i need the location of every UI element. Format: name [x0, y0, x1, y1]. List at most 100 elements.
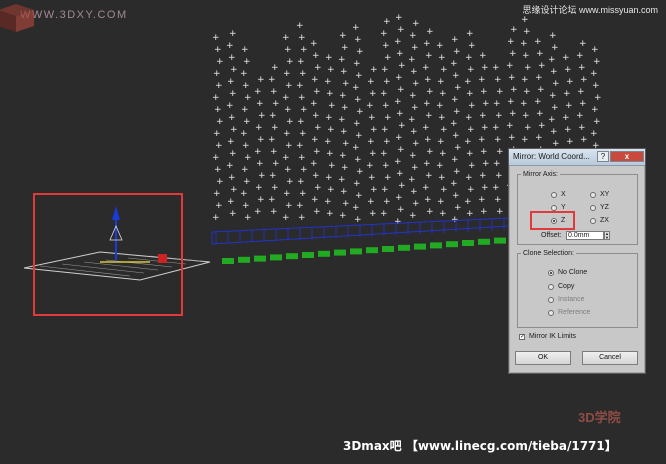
floor-block: [382, 246, 394, 252]
point-marker: +: [452, 131, 460, 141]
point-marker: +: [493, 99, 501, 109]
point-marker: +: [214, 165, 222, 175]
point-marker: +: [342, 79, 350, 89]
point-marker: +: [282, 153, 290, 163]
point-marker: +: [494, 75, 502, 85]
cancel-button[interactable]: Cancel: [582, 351, 638, 365]
point-marker: +: [398, 181, 406, 191]
point-marker: +: [257, 135, 265, 145]
ok-button[interactable]: OK: [515, 351, 571, 365]
point-marker: +: [591, 105, 599, 115]
floor-block: [494, 237, 506, 244]
point-marker: +: [242, 201, 250, 211]
offset-input[interactable]: 0.0mm: [566, 231, 604, 240]
point-marker: +: [256, 99, 264, 109]
point-marker: +: [464, 137, 472, 147]
point-marker: +: [369, 89, 377, 99]
point-marker: +: [369, 149, 377, 159]
point-marker: +: [240, 189, 248, 199]
point-marker: +: [438, 113, 446, 123]
point-marker: +: [534, 37, 542, 47]
point-marker: +: [397, 25, 405, 35]
point-marker: +: [409, 211, 417, 221]
point-marker: +: [492, 63, 500, 73]
point-marker: +: [339, 91, 347, 101]
point-marker: +: [215, 201, 223, 211]
mirror-ik-checkbox[interactable]: ✓ Mirror IK Limits: [519, 333, 576, 340]
point-marker: +: [312, 111, 320, 121]
point-marker: +: [300, 105, 308, 115]
point-marker: +: [466, 29, 474, 39]
point-marker: +: [214, 105, 222, 115]
close-button[interactable]: x: [610, 151, 644, 162]
point-marker: +: [384, 173, 392, 183]
point-marker: +: [285, 201, 293, 211]
point-marker: +: [453, 47, 461, 57]
clone-no-clone-radio[interactable]: No Clone: [548, 269, 587, 276]
clone-instance-radio[interactable]: Instance: [548, 296, 584, 303]
help-button[interactable]: ?: [597, 151, 609, 162]
point-marker: +: [410, 67, 418, 77]
point-marker: +: [380, 149, 388, 159]
point-marker: +: [328, 101, 336, 111]
point-marker: +: [508, 73, 516, 83]
point-marker: +: [216, 177, 224, 187]
point-marker: +: [241, 105, 249, 115]
point-marker: +: [325, 113, 333, 123]
point-marker: +: [422, 123, 430, 133]
point-marker: +: [411, 103, 419, 113]
point-marker: +: [495, 111, 503, 121]
point-marker: +: [465, 53, 473, 63]
point-marker: +: [297, 57, 305, 67]
point-marker: +: [268, 135, 276, 145]
point-marker: +: [313, 207, 321, 217]
offset-spinner[interactable]: ▲ ▼: [604, 231, 610, 240]
point-marker: +: [551, 43, 559, 53]
point-marker: +: [468, 101, 476, 111]
point-marker: +: [338, 55, 346, 65]
axis-xy-radio[interactable]: XY: [590, 191, 609, 198]
point-marker: +: [467, 125, 475, 135]
point-marker: +: [299, 189, 307, 199]
axis-y-radio[interactable]: Y: [551, 204, 566, 211]
no-clone-label: No Clone: [558, 269, 588, 276]
logo-3d-icon: [0, 4, 34, 32]
point-marker: +: [411, 43, 419, 53]
point-marker: +: [426, 87, 434, 97]
point-marker: +: [240, 129, 248, 139]
point-marker: +: [310, 39, 318, 49]
floor-block: [238, 256, 250, 263]
radio-dot: [548, 296, 554, 303]
point-marker: +: [398, 61, 406, 71]
point-marker: +: [578, 123, 586, 133]
point-marker: +: [551, 103, 559, 113]
point-marker: +: [440, 65, 448, 75]
axis-yz-radio[interactable]: YZ: [590, 204, 609, 211]
point-marker: +: [536, 49, 544, 59]
clone-reference-radio[interactable]: Reference: [548, 309, 590, 316]
point-marker: +: [383, 17, 391, 27]
point-marker: +: [394, 97, 402, 107]
clone-copy-radio[interactable]: Copy: [548, 283, 574, 290]
point-marker: +: [409, 151, 417, 161]
point-marker: +: [256, 159, 264, 169]
dialog-titlebar[interactable]: Mirror: World Coord... ? x: [509, 149, 645, 166]
point-marker: +: [496, 207, 504, 217]
point-marker: +: [296, 81, 304, 91]
point-marker: +: [436, 101, 444, 111]
point-marker: +: [494, 135, 502, 145]
axis-zx-radio[interactable]: ZX: [590, 217, 609, 224]
point-marker: +: [506, 61, 514, 71]
highlight-box-z-axis: [530, 211, 575, 230]
point-marker: +: [440, 125, 448, 135]
axis-x-radio[interactable]: X: [551, 191, 566, 198]
point-marker: +: [424, 75, 432, 85]
point-marker: +: [215, 81, 223, 91]
point-marker: +: [283, 189, 291, 199]
point-marker: +: [242, 141, 250, 151]
offset-label: Offset:: [541, 232, 562, 239]
point-marker: +: [285, 81, 293, 91]
point-marker: +: [537, 85, 545, 95]
point-marker: +: [228, 173, 236, 183]
point-marker: +: [424, 195, 432, 205]
